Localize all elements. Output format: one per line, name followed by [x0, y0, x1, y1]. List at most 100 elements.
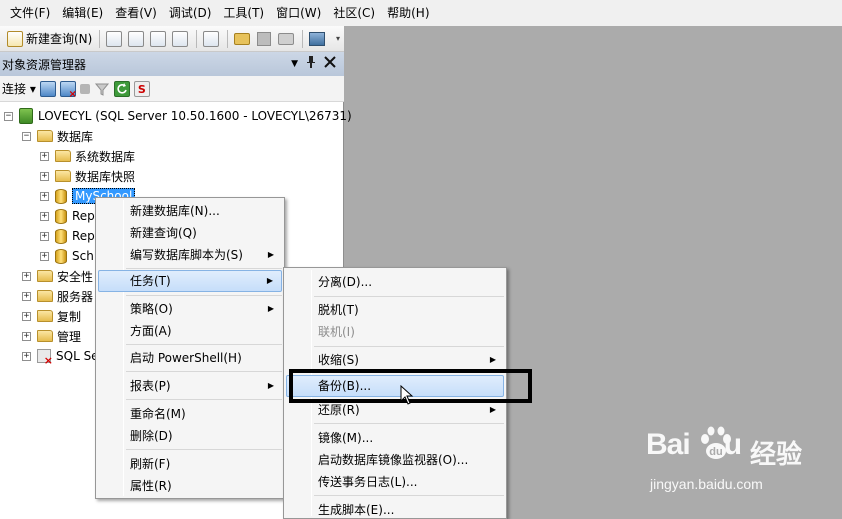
- expand-toggle[interactable]: +: [22, 271, 31, 281]
- menu-separator: [126, 371, 282, 372]
- disconnect-icon[interactable]: ×: [59, 80, 77, 100]
- database-context-menu: 新建数据库(N)... 新建查询(Q) 编写数据库脚本为(S) ▶ 任务(T) ▶ …: [95, 197, 285, 499]
- expand-toggle[interactable]: +: [40, 151, 49, 161]
- sql-agent-icon: [37, 349, 53, 367]
- new-query-label: 新建查询(N): [26, 32, 93, 46]
- filter-icon[interactable]: [94, 81, 110, 97]
- xmla-query-button[interactable]: [170, 29, 190, 49]
- tree-node-database[interactable]: + Rep: [40, 226, 95, 246]
- new-query-button[interactable]: 新建查询(N): [4, 30, 95, 47]
- monitor-icon: [309, 31, 326, 46]
- expand-toggle[interactable]: +: [40, 211, 49, 221]
- menu-item-generate-scripts[interactable]: 生成脚本(E)...: [286, 499, 504, 519]
- menu-item-new-query[interactable]: 新建查询(Q): [98, 222, 282, 244]
- menu-item-delete[interactable]: 删除(D): [98, 425, 282, 447]
- connect-dropdown[interactable]: 连接 ▾: [2, 80, 36, 97]
- menu-tools[interactable]: 工具(T): [217, 2, 270, 24]
- server-label: LOVECYL (SQL Server 10.50.1600 - LOVECYL…: [38, 109, 352, 123]
- print-button[interactable]: [276, 29, 296, 49]
- expand-toggle[interactable]: +: [40, 191, 49, 201]
- menu-item-reports[interactable]: 报表(P) ▶: [98, 375, 282, 397]
- save-button[interactable]: [254, 29, 274, 49]
- expand-toggle[interactable]: +: [40, 231, 49, 241]
- tree-node-security[interactable]: + 安全性: [22, 266, 93, 286]
- tree-node-database[interactable]: + Rep: [40, 206, 95, 226]
- expand-toggle[interactable]: +: [40, 251, 49, 261]
- menu-view[interactable]: 查看(V): [109, 2, 163, 24]
- object-explorer-titlebar: 对象资源管理器 ▼: [0, 52, 344, 76]
- standard-toolbar: 新建查询(N) ▾: [0, 26, 344, 52]
- submenu-arrow-icon: ▶: [266, 276, 273, 285]
- menu-edit[interactable]: 编辑(E): [56, 2, 109, 24]
- activity-monitor-button[interactable]: [307, 29, 327, 49]
- menu-item-refresh[interactable]: 刷新(F): [98, 453, 282, 475]
- toolbar-overflow-icon[interactable]: ▾: [336, 29, 342, 49]
- db-query-icon: [106, 30, 123, 47]
- collapse-toggle[interactable]: −: [22, 131, 31, 141]
- menu-item-launch-mirror-monitor[interactable]: 启动数据库镜像监视器(O)...: [286, 449, 504, 471]
- toolbar-separator: [227, 29, 229, 48]
- menu-file[interactable]: 文件(F): [4, 2, 56, 24]
- menu-item-script-database-as[interactable]: 编写数据库脚本为(S) ▶: [98, 244, 282, 266]
- open-file-button[interactable]: [232, 29, 252, 49]
- stop-icon[interactable]: [79, 83, 90, 94]
- menu-item-ship-transaction-logs[interactable]: 传送事务日志(L)...: [286, 471, 504, 493]
- server-objects-label: 服务器: [57, 289, 94, 304]
- tree-node-server[interactable]: − LOVECYL (SQL Server 10.50.1600 - LOVEC…: [4, 106, 352, 126]
- folder-icon: [55, 150, 71, 162]
- menu-item-new-database[interactable]: 新建数据库(N)...: [98, 200, 282, 222]
- menu-window[interactable]: 窗口(W): [270, 2, 327, 24]
- menu-item-label: 策略(O): [130, 302, 173, 316]
- menu-item-rename[interactable]: 重命名(M): [98, 403, 282, 425]
- tree-node-management[interactable]: + 管理: [22, 326, 81, 346]
- submenu-arrow-icon: ▶: [267, 381, 274, 390]
- tree-node-sql-agent[interactable]: + SQL Se: [22, 346, 99, 367]
- menu-item-policies[interactable]: 策略(O) ▶: [98, 298, 282, 320]
- xmla-query-icon: [172, 30, 189, 47]
- tree-node-replication[interactable]: + 复制: [22, 306, 81, 326]
- auto-hide-pin-icon[interactable]: [306, 55, 316, 73]
- collapse-toggle[interactable]: −: [4, 111, 13, 121]
- tree-node-databases[interactable]: − 数据库: [22, 126, 93, 146]
- tree-node-system-databases[interactable]: + 系统数据库: [40, 146, 135, 166]
- database-engine-query-button[interactable]: [104, 29, 124, 49]
- expand-toggle[interactable]: +: [22, 291, 31, 301]
- close-icon[interactable]: [324, 56, 336, 72]
- svg-text:du: du: [709, 446, 722, 458]
- expand-toggle[interactable]: +: [22, 311, 31, 321]
- database-label: Rep: [72, 209, 95, 223]
- tree-node-database[interactable]: + Sch: [40, 246, 94, 266]
- menu-item-take-offline[interactable]: 脱机(T): [286, 299, 504, 321]
- menu-item-mirror[interactable]: 镜像(M)...: [286, 427, 504, 449]
- object-explorer-details-icon[interactable]: S: [133, 80, 150, 97]
- object-explorer-toolbar: 连接 ▾ × S: [0, 76, 344, 102]
- new-file-button[interactable]: [201, 29, 221, 49]
- menu-item-label: 任务(T): [130, 274, 171, 288]
- menu-item-detach[interactable]: 分离(D)...: [286, 271, 504, 293]
- dmx-query-icon: [150, 30, 167, 47]
- expand-toggle[interactable]: +: [22, 351, 31, 361]
- menu-item-start-powershell[interactable]: 启动 PowerShell(H): [98, 347, 282, 369]
- tree-node-database-snapshots[interactable]: + 数据库快照: [40, 166, 135, 186]
- connect-object-explorer-icon[interactable]: [39, 80, 56, 97]
- menu-debug[interactable]: 调试(D): [163, 2, 218, 24]
- menu-help[interactable]: 帮助(H): [381, 2, 435, 24]
- analysis-query-button[interactable]: [126, 29, 146, 49]
- menu-item-facets[interactable]: 方面(A): [98, 320, 282, 342]
- dmx-query-button[interactable]: [148, 29, 168, 49]
- submenu-arrow-icon: ▶: [267, 304, 274, 313]
- tree-node-server-objects[interactable]: + 服务器: [22, 286, 93, 306]
- expand-toggle[interactable]: +: [40, 171, 49, 181]
- menu-community[interactable]: 社区(C): [327, 2, 381, 24]
- menu-item-shrink[interactable]: 收缩(S) ▶: [286, 349, 504, 371]
- mdx-query-icon: [128, 30, 145, 47]
- menu-item-tasks[interactable]: 任务(T) ▶: [98, 270, 282, 292]
- menu-separator: [126, 449, 282, 450]
- databases-label: 数据库: [57, 129, 94, 144]
- expand-toggle[interactable]: +: [22, 331, 31, 341]
- menu-item-properties[interactable]: 属性(R): [98, 475, 282, 497]
- system-databases-label: 系统数据库: [75, 149, 136, 164]
- refresh-icon[interactable]: [113, 80, 130, 97]
- window-position-dropdown-icon[interactable]: ▼: [291, 59, 298, 69]
- database-icon: [55, 248, 67, 264]
